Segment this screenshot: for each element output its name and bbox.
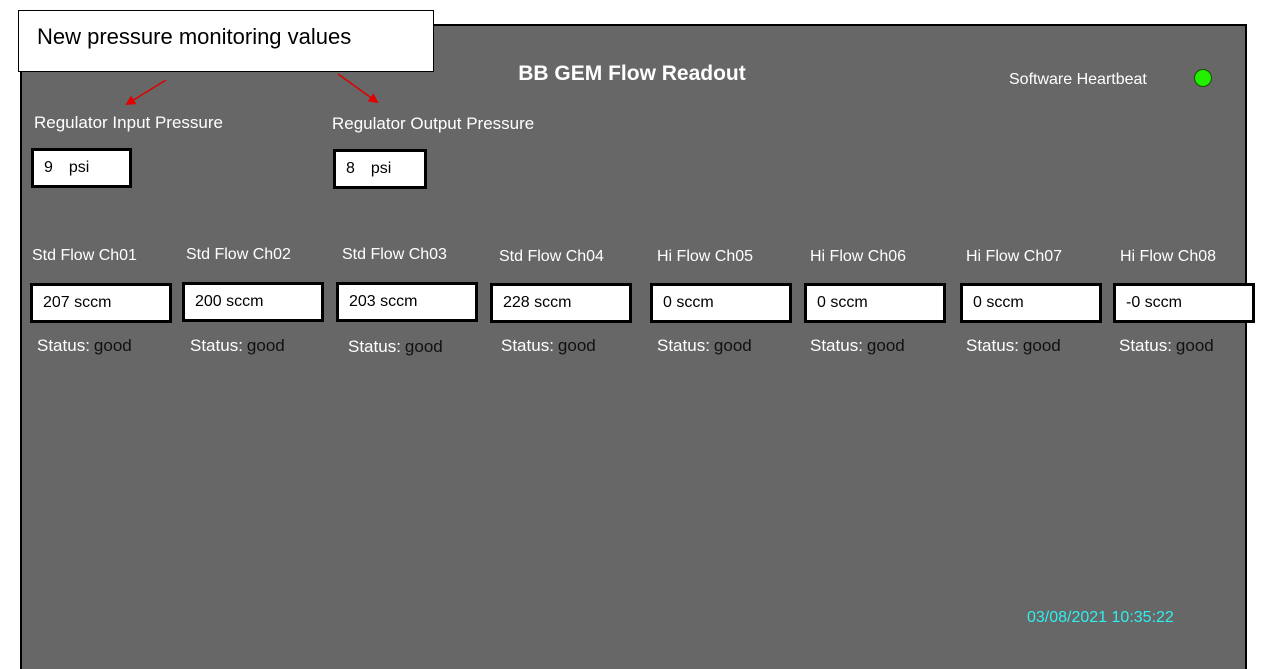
arrow-to-output-pressure <box>337 73 379 104</box>
annotation-callout: New pressure monitoring values <box>18 10 434 72</box>
arrow-to-input-pressure <box>125 79 167 106</box>
annotation-arrows <box>125 73 379 106</box>
